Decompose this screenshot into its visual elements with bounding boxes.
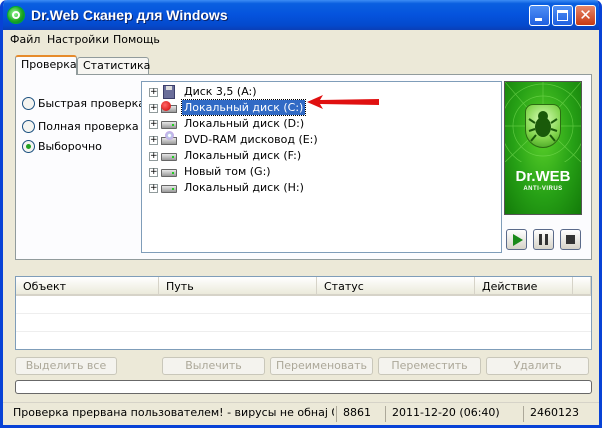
radio-label: Полная проверка — [38, 120, 139, 133]
rename-button[interactable]: Переименовать — [270, 357, 373, 375]
dvd-drive-icon — [161, 131, 177, 145]
scan-progress-bar — [15, 380, 592, 394]
start-scan-button[interactable] — [506, 229, 527, 250]
column-header-spacer — [573, 277, 591, 296]
drive-label[interactable]: DVD-RAM дисковод (E:) — [182, 132, 320, 147]
window-title: Dr.Web Сканер для Windows — [31, 7, 228, 23]
radio-button-selected[interactable] — [22, 140, 35, 153]
results-table[interactable]: Объект Путь Статус Действие — [15, 276, 592, 350]
status-message: Проверка прервана пользователем! - вирус… — [13, 406, 334, 419]
play-icon — [513, 234, 523, 246]
floppy-icon — [163, 85, 175, 99]
status-id: 2460123 — [523, 406, 595, 422]
drive-label[interactable]: Новый том (G:) — [182, 164, 273, 179]
hard-drive-icon — [161, 169, 177, 177]
column-header-action[interactable]: Действие — [475, 277, 573, 296]
menu-help[interactable]: Помощь — [113, 33, 160, 46]
radio-button[interactable] — [22, 120, 35, 133]
close-button[interactable]: ✕ — [575, 5, 596, 26]
expand-icon[interactable]: + — [149, 88, 158, 97]
maximize-button[interactable] — [552, 5, 573, 26]
move-button[interactable]: Переместить — [378, 357, 481, 375]
expand-icon[interactable]: + — [149, 168, 158, 177]
tab-statistics[interactable]: Статистика — [77, 57, 150, 75]
stop-scan-button[interactable] — [560, 229, 581, 250]
column-header-path[interactable]: Путь — [159, 277, 317, 296]
expand-icon[interactable]: + — [149, 184, 158, 193]
status-datetime: 2011-12-20 (06:40) — [385, 406, 522, 422]
tab-scan[interactable]: Проверка — [15, 55, 77, 75]
status-bar: Проверка прервана пользователем! - вирус… — [3, 402, 599, 423]
hard-drive-icon — [161, 121, 177, 129]
maximize-icon — [557, 10, 568, 21]
menu-file[interactable]: Файл — [10, 33, 40, 46]
red-arrow-annotation — [307, 95, 379, 109]
drive-label-selected[interactable]: Локальный диск (C:) — [180, 99, 307, 116]
cure-button[interactable]: Вылечить — [162, 357, 265, 375]
menu-settings[interactable]: Настройки — [47, 33, 109, 46]
shield-icon — [525, 104, 561, 148]
minimize-button[interactable] — [529, 5, 550, 26]
scan-drive-icon — [161, 101, 177, 113]
pause-scan-button[interactable] — [533, 229, 554, 250]
pause-icon — [539, 234, 542, 245]
hard-drive-icon — [161, 185, 177, 193]
grid-line — [16, 331, 591, 332]
radio-label: Выборочно — [38, 140, 102, 153]
drweb-logo: Dr.WEB ANTI-VIRUS — [504, 81, 582, 215]
expand-icon[interactable]: + — [149, 152, 158, 161]
status-object-count: 8861 — [336, 406, 384, 422]
menu-bar: Файл Настройки Помощь — [3, 30, 599, 50]
drweb-app-icon — [7, 6, 25, 24]
column-header-object[interactable]: Объект — [16, 277, 159, 296]
minimize-icon — [535, 18, 542, 21]
radio-label: Быстрая проверка — [38, 97, 146, 110]
expand-icon[interactable]: + — [149, 136, 158, 145]
grid-line — [16, 313, 591, 314]
drive-label[interactable]: Локальный диск (D:) — [182, 116, 306, 131]
drive-label[interactable]: Локальный диск (F:) — [182, 148, 303, 163]
logo-subtitle: ANTI-VIRUS — [523, 186, 563, 192]
select-all-button[interactable]: Выделить все — [15, 357, 117, 375]
logo-text: Dr.WEB — [515, 168, 571, 185]
hard-drive-icon — [161, 153, 177, 161]
close-icon: ✕ — [579, 6, 592, 24]
drive-label[interactable]: Локальный диск (H:) — [182, 180, 306, 195]
scan-panel: Быстрая проверка Полная проверка Выбороч… — [15, 74, 592, 260]
delete-button[interactable]: Удалить — [486, 357, 589, 375]
title-bar[interactable]: Dr.Web Сканер для Windows ✕ — [3, 0, 599, 30]
expand-icon[interactable]: + — [149, 104, 158, 113]
stop-icon — [566, 235, 575, 244]
main-window: Dr.Web Сканер для Windows ✕ Файл Настрой… — [0, 0, 602, 428]
column-header-status[interactable]: Статус — [317, 277, 475, 296]
drive-label[interactable]: Диск 3,5 (A:) — [182, 84, 259, 99]
radio-button[interactable] — [22, 97, 35, 110]
expand-icon[interactable]: + — [149, 120, 158, 129]
